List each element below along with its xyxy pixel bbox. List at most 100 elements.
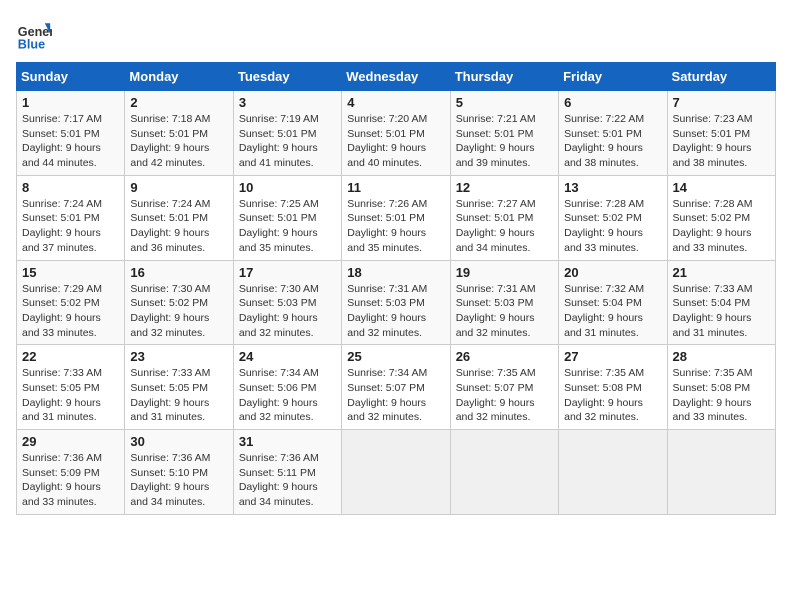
day-number: 3 — [239, 95, 336, 110]
calendar-cell — [559, 430, 667, 515]
day-info: Sunrise: 7:30 AM Sunset: 5:03 PM Dayligh… — [239, 282, 336, 341]
day-info: Sunrise: 7:30 AM Sunset: 5:02 PM Dayligh… — [130, 282, 227, 341]
day-info: Sunrise: 7:17 AM Sunset: 5:01 PM Dayligh… — [22, 112, 119, 171]
day-info: Sunrise: 7:34 AM Sunset: 5:07 PM Dayligh… — [347, 366, 444, 425]
weekday-header-sunday: Sunday — [17, 63, 125, 91]
day-number: 14 — [673, 180, 770, 195]
day-info: Sunrise: 7:33 AM Sunset: 5:05 PM Dayligh… — [130, 366, 227, 425]
day-info: Sunrise: 7:34 AM Sunset: 5:06 PM Dayligh… — [239, 366, 336, 425]
day-number: 13 — [564, 180, 661, 195]
day-info: Sunrise: 7:26 AM Sunset: 5:01 PM Dayligh… — [347, 197, 444, 256]
day-info: Sunrise: 7:33 AM Sunset: 5:04 PM Dayligh… — [673, 282, 770, 341]
day-info: Sunrise: 7:36 AM Sunset: 5:09 PM Dayligh… — [22, 451, 119, 510]
weekday-header-thursday: Thursday — [450, 63, 558, 91]
day-number: 4 — [347, 95, 444, 110]
weekday-header-saturday: Saturday — [667, 63, 775, 91]
svg-text:Blue: Blue — [18, 37, 45, 51]
calendar-cell: 3 Sunrise: 7:19 AM Sunset: 5:01 PM Dayli… — [233, 91, 341, 176]
calendar-cell: 5 Sunrise: 7:21 AM Sunset: 5:01 PM Dayli… — [450, 91, 558, 176]
calendar-cell: 4 Sunrise: 7:20 AM Sunset: 5:01 PM Dayli… — [342, 91, 450, 176]
logo-icon: General Blue — [16, 16, 52, 52]
day-info: Sunrise: 7:35 AM Sunset: 5:08 PM Dayligh… — [673, 366, 770, 425]
day-number: 15 — [22, 265, 119, 280]
day-number: 6 — [564, 95, 661, 110]
day-info: Sunrise: 7:29 AM Sunset: 5:02 PM Dayligh… — [22, 282, 119, 341]
day-number: 26 — [456, 349, 553, 364]
calendar-cell: 27 Sunrise: 7:35 AM Sunset: 5:08 PM Dayl… — [559, 345, 667, 430]
weekday-header-friday: Friday — [559, 63, 667, 91]
day-number: 12 — [456, 180, 553, 195]
day-info: Sunrise: 7:31 AM Sunset: 5:03 PM Dayligh… — [347, 282, 444, 341]
day-number: 5 — [456, 95, 553, 110]
day-number: 24 — [239, 349, 336, 364]
day-number: 20 — [564, 265, 661, 280]
calendar-cell: 31 Sunrise: 7:36 AM Sunset: 5:11 PM Dayl… — [233, 430, 341, 515]
calendar-cell: 2 Sunrise: 7:18 AM Sunset: 5:01 PM Dayli… — [125, 91, 233, 176]
day-info: Sunrise: 7:27 AM Sunset: 5:01 PM Dayligh… — [456, 197, 553, 256]
day-info: Sunrise: 7:36 AM Sunset: 5:10 PM Dayligh… — [130, 451, 227, 510]
calendar-cell: 15 Sunrise: 7:29 AM Sunset: 5:02 PM Dayl… — [17, 260, 125, 345]
day-info: Sunrise: 7:24 AM Sunset: 5:01 PM Dayligh… — [130, 197, 227, 256]
day-info: Sunrise: 7:24 AM Sunset: 5:01 PM Dayligh… — [22, 197, 119, 256]
day-number: 31 — [239, 434, 336, 449]
day-number: 28 — [673, 349, 770, 364]
calendar-cell: 16 Sunrise: 7:30 AM Sunset: 5:02 PM Dayl… — [125, 260, 233, 345]
calendar-cell: 22 Sunrise: 7:33 AM Sunset: 5:05 PM Dayl… — [17, 345, 125, 430]
day-number: 17 — [239, 265, 336, 280]
calendar-cell: 18 Sunrise: 7:31 AM Sunset: 5:03 PM Dayl… — [342, 260, 450, 345]
calendar-cell: 26 Sunrise: 7:35 AM Sunset: 5:07 PM Dayl… — [450, 345, 558, 430]
day-info: Sunrise: 7:28 AM Sunset: 5:02 PM Dayligh… — [673, 197, 770, 256]
day-number: 2 — [130, 95, 227, 110]
calendar-cell: 6 Sunrise: 7:22 AM Sunset: 5:01 PM Dayli… — [559, 91, 667, 176]
calendar-cell: 23 Sunrise: 7:33 AM Sunset: 5:05 PM Dayl… — [125, 345, 233, 430]
day-info: Sunrise: 7:19 AM Sunset: 5:01 PM Dayligh… — [239, 112, 336, 171]
weekday-header-monday: Monday — [125, 63, 233, 91]
day-number: 25 — [347, 349, 444, 364]
day-info: Sunrise: 7:31 AM Sunset: 5:03 PM Dayligh… — [456, 282, 553, 341]
day-number: 9 — [130, 180, 227, 195]
day-number: 8 — [22, 180, 119, 195]
day-number: 21 — [673, 265, 770, 280]
weekday-header-wednesday: Wednesday — [342, 63, 450, 91]
day-number: 29 — [22, 434, 119, 449]
day-info: Sunrise: 7:25 AM Sunset: 5:01 PM Dayligh… — [239, 197, 336, 256]
calendar-cell: 25 Sunrise: 7:34 AM Sunset: 5:07 PM Dayl… — [342, 345, 450, 430]
calendar-cell — [450, 430, 558, 515]
day-number: 18 — [347, 265, 444, 280]
calendar-cell: 17 Sunrise: 7:30 AM Sunset: 5:03 PM Dayl… — [233, 260, 341, 345]
day-info: Sunrise: 7:21 AM Sunset: 5:01 PM Dayligh… — [456, 112, 553, 171]
calendar-cell: 21 Sunrise: 7:33 AM Sunset: 5:04 PM Dayl… — [667, 260, 775, 345]
calendar-cell: 13 Sunrise: 7:28 AM Sunset: 5:02 PM Dayl… — [559, 175, 667, 260]
day-info: Sunrise: 7:23 AM Sunset: 5:01 PM Dayligh… — [673, 112, 770, 171]
day-info: Sunrise: 7:18 AM Sunset: 5:01 PM Dayligh… — [130, 112, 227, 171]
calendar-cell: 10 Sunrise: 7:25 AM Sunset: 5:01 PM Dayl… — [233, 175, 341, 260]
logo: General Blue — [16, 16, 56, 52]
day-number: 16 — [130, 265, 227, 280]
day-info: Sunrise: 7:33 AM Sunset: 5:05 PM Dayligh… — [22, 366, 119, 425]
day-number: 22 — [22, 349, 119, 364]
day-info: Sunrise: 7:35 AM Sunset: 5:08 PM Dayligh… — [564, 366, 661, 425]
calendar-cell: 12 Sunrise: 7:27 AM Sunset: 5:01 PM Dayl… — [450, 175, 558, 260]
calendar-cell: 9 Sunrise: 7:24 AM Sunset: 5:01 PM Dayli… — [125, 175, 233, 260]
day-info: Sunrise: 7:20 AM Sunset: 5:01 PM Dayligh… — [347, 112, 444, 171]
day-number: 30 — [130, 434, 227, 449]
day-number: 7 — [673, 95, 770, 110]
calendar-table: SundayMondayTuesdayWednesdayThursdayFrid… — [16, 62, 776, 515]
calendar-cell: 28 Sunrise: 7:35 AM Sunset: 5:08 PM Dayl… — [667, 345, 775, 430]
calendar-cell: 1 Sunrise: 7:17 AM Sunset: 5:01 PM Dayli… — [17, 91, 125, 176]
weekday-header-tuesday: Tuesday — [233, 63, 341, 91]
calendar-cell: 19 Sunrise: 7:31 AM Sunset: 5:03 PM Dayl… — [450, 260, 558, 345]
calendar-cell: 20 Sunrise: 7:32 AM Sunset: 5:04 PM Dayl… — [559, 260, 667, 345]
day-number: 27 — [564, 349, 661, 364]
page-header: General Blue — [16, 16, 776, 52]
day-number: 10 — [239, 180, 336, 195]
calendar-cell: 8 Sunrise: 7:24 AM Sunset: 5:01 PM Dayli… — [17, 175, 125, 260]
calendar-cell: 14 Sunrise: 7:28 AM Sunset: 5:02 PM Dayl… — [667, 175, 775, 260]
day-info: Sunrise: 7:32 AM Sunset: 5:04 PM Dayligh… — [564, 282, 661, 341]
calendar-cell: 24 Sunrise: 7:34 AM Sunset: 5:06 PM Dayl… — [233, 345, 341, 430]
day-number: 11 — [347, 180, 444, 195]
calendar-cell: 29 Sunrise: 7:36 AM Sunset: 5:09 PM Dayl… — [17, 430, 125, 515]
calendar-cell — [667, 430, 775, 515]
day-info: Sunrise: 7:36 AM Sunset: 5:11 PM Dayligh… — [239, 451, 336, 510]
day-number: 23 — [130, 349, 227, 364]
